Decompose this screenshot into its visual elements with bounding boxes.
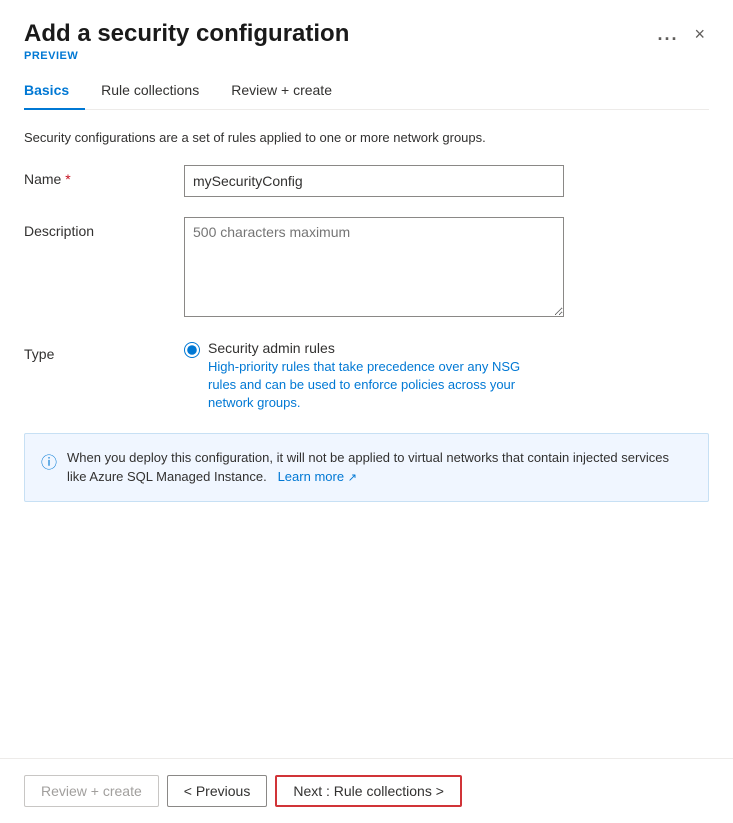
name-input-container bbox=[184, 165, 709, 197]
next-button[interactable]: Next : Rule collections > bbox=[275, 775, 462, 807]
name-required: * bbox=[65, 171, 70, 187]
dialog-title: Add a security configuration bbox=[24, 20, 657, 48]
more-options-icon[interactable]: ... bbox=[657, 24, 678, 45]
info-text: When you deploy this configuration, it w… bbox=[67, 448, 692, 487]
description-label: Description bbox=[24, 217, 184, 239]
name-input[interactable] bbox=[184, 165, 564, 197]
review-create-button[interactable]: Review + create bbox=[24, 775, 159, 807]
preview-badge: PREVIEW bbox=[24, 50, 709, 62]
type-radio-group: Security admin rules High-priority rules… bbox=[184, 340, 709, 413]
add-security-config-dialog: Add a security configuration ... × PREVI… bbox=[0, 0, 733, 823]
dialog-header: Add a security configuration ... × PREVI… bbox=[0, 0, 733, 110]
description-input-container bbox=[184, 217, 709, 320]
info-icon: ⓘ bbox=[41, 449, 57, 473]
form-description: Security configurations are a set of rul… bbox=[24, 130, 709, 145]
name-row: Name * bbox=[24, 165, 709, 197]
previous-button[interactable]: < Previous bbox=[167, 775, 268, 807]
external-link-icon: ↗ bbox=[348, 472, 357, 484]
tab-rule-collections[interactable]: Rule collections bbox=[85, 74, 215, 110]
description-row: Description bbox=[24, 217, 709, 320]
close-button[interactable]: × bbox=[690, 21, 709, 47]
learn-more-link[interactable]: Learn more ↗ bbox=[274, 469, 357, 484]
radio-security-admin[interactable] bbox=[184, 342, 200, 358]
tab-basics[interactable]: Basics bbox=[24, 74, 85, 110]
type-row: Type Security admin rules High-priority … bbox=[24, 340, 709, 413]
radio-option-security-admin: Security admin rules High-priority rules… bbox=[184, 340, 709, 413]
info-box: ⓘ When you deploy this configuration, it… bbox=[24, 433, 709, 502]
dialog-body: Security configurations are a set of rul… bbox=[0, 110, 733, 758]
tabs-container: Basics Rule collections Review + create bbox=[24, 74, 709, 110]
title-row: Add a security configuration ... × bbox=[24, 20, 709, 48]
description-textarea[interactable] bbox=[184, 217, 564, 317]
dialog-footer: Review + create < Previous Next : Rule c… bbox=[0, 758, 733, 823]
title-actions: ... × bbox=[657, 21, 709, 47]
radio-label: Security admin rules bbox=[208, 340, 548, 356]
radio-label-group: Security admin rules High-priority rules… bbox=[208, 340, 548, 413]
name-label: Name * bbox=[24, 165, 184, 187]
tab-review-create[interactable]: Review + create bbox=[215, 74, 348, 110]
type-label: Type bbox=[24, 340, 184, 362]
radio-description: High-priority rules that take precedence… bbox=[208, 358, 548, 413]
